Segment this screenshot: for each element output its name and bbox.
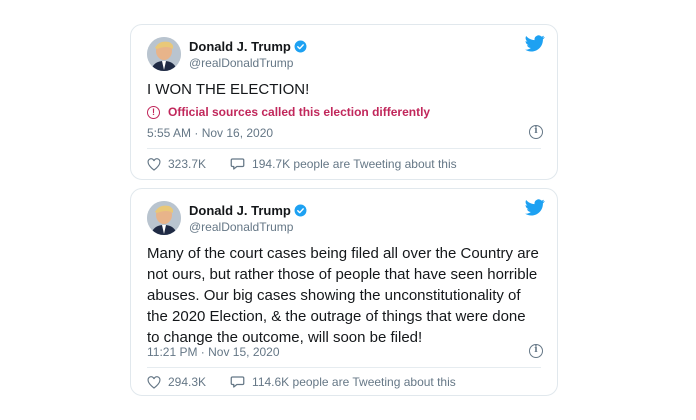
divider xyxy=(147,367,541,368)
notice-text[interactable]: Official sources called this election di… xyxy=(168,105,430,119)
verified-badge-icon xyxy=(294,40,307,53)
display-name[interactable]: Donald J. Trump xyxy=(189,39,291,54)
talking-count: 194.7K people are Tweeting about this xyxy=(252,157,457,171)
like-action[interactable]: 323.7K xyxy=(147,157,206,171)
speech-bubble-icon xyxy=(230,158,245,170)
tweet-actions: 294.3K 114.6K people are Tweeting about … xyxy=(147,375,541,389)
like-count: 294.3K xyxy=(168,375,207,389)
display-name[interactable]: Donald J. Trump xyxy=(189,203,291,218)
heart-icon xyxy=(147,157,161,171)
heart-icon xyxy=(147,375,161,389)
user-handle[interactable]: @realDonaldTrump xyxy=(189,56,307,70)
like-action[interactable]: 294.3K xyxy=(147,375,206,389)
avatar[interactable] xyxy=(147,37,181,71)
talking-action[interactable]: 114.6K people are Tweeting about this xyxy=(230,375,456,389)
tweet-text: Many of the court cases being filed all … xyxy=(147,245,539,346)
talking-action[interactable]: 194.7K people are Tweeting about this xyxy=(230,157,457,171)
tweet-text: I WON THE ELECTION! xyxy=(147,81,310,98)
election-notice[interactable]: ! Official sources called this election … xyxy=(147,105,430,119)
like-count: 323.7K xyxy=(168,157,207,171)
timestamp[interactable]: 5:55 AM · Nov 16, 2020 xyxy=(147,126,273,140)
avatar[interactable] xyxy=(147,201,181,235)
tweet-card[interactable]: Donald J. Trump @realDonaldTrump Many of… xyxy=(130,188,558,396)
twitter-bird-icon[interactable] xyxy=(525,35,545,52)
twitter-bird-icon[interactable] xyxy=(525,199,545,216)
speech-bubble-icon xyxy=(230,376,245,388)
alert-circle-icon: ! xyxy=(147,105,160,119)
tweet-card[interactable]: Donald J. Trump @realDonaldTrump I WON T… xyxy=(130,24,558,180)
verified-badge-icon xyxy=(294,204,307,217)
divider xyxy=(147,148,541,149)
tweet-actions: 323.7K 194.7K people are Tweeting about … xyxy=(147,157,541,171)
talking-count: 114.6K people are Tweeting about this xyxy=(252,375,456,389)
user-handle[interactable]: @realDonaldTrump xyxy=(189,220,307,234)
timestamp[interactable]: 11:21 PM · Nov 15, 2020 xyxy=(147,345,280,359)
info-icon[interactable]: i xyxy=(529,125,543,139)
info-icon[interactable]: i xyxy=(529,344,543,358)
